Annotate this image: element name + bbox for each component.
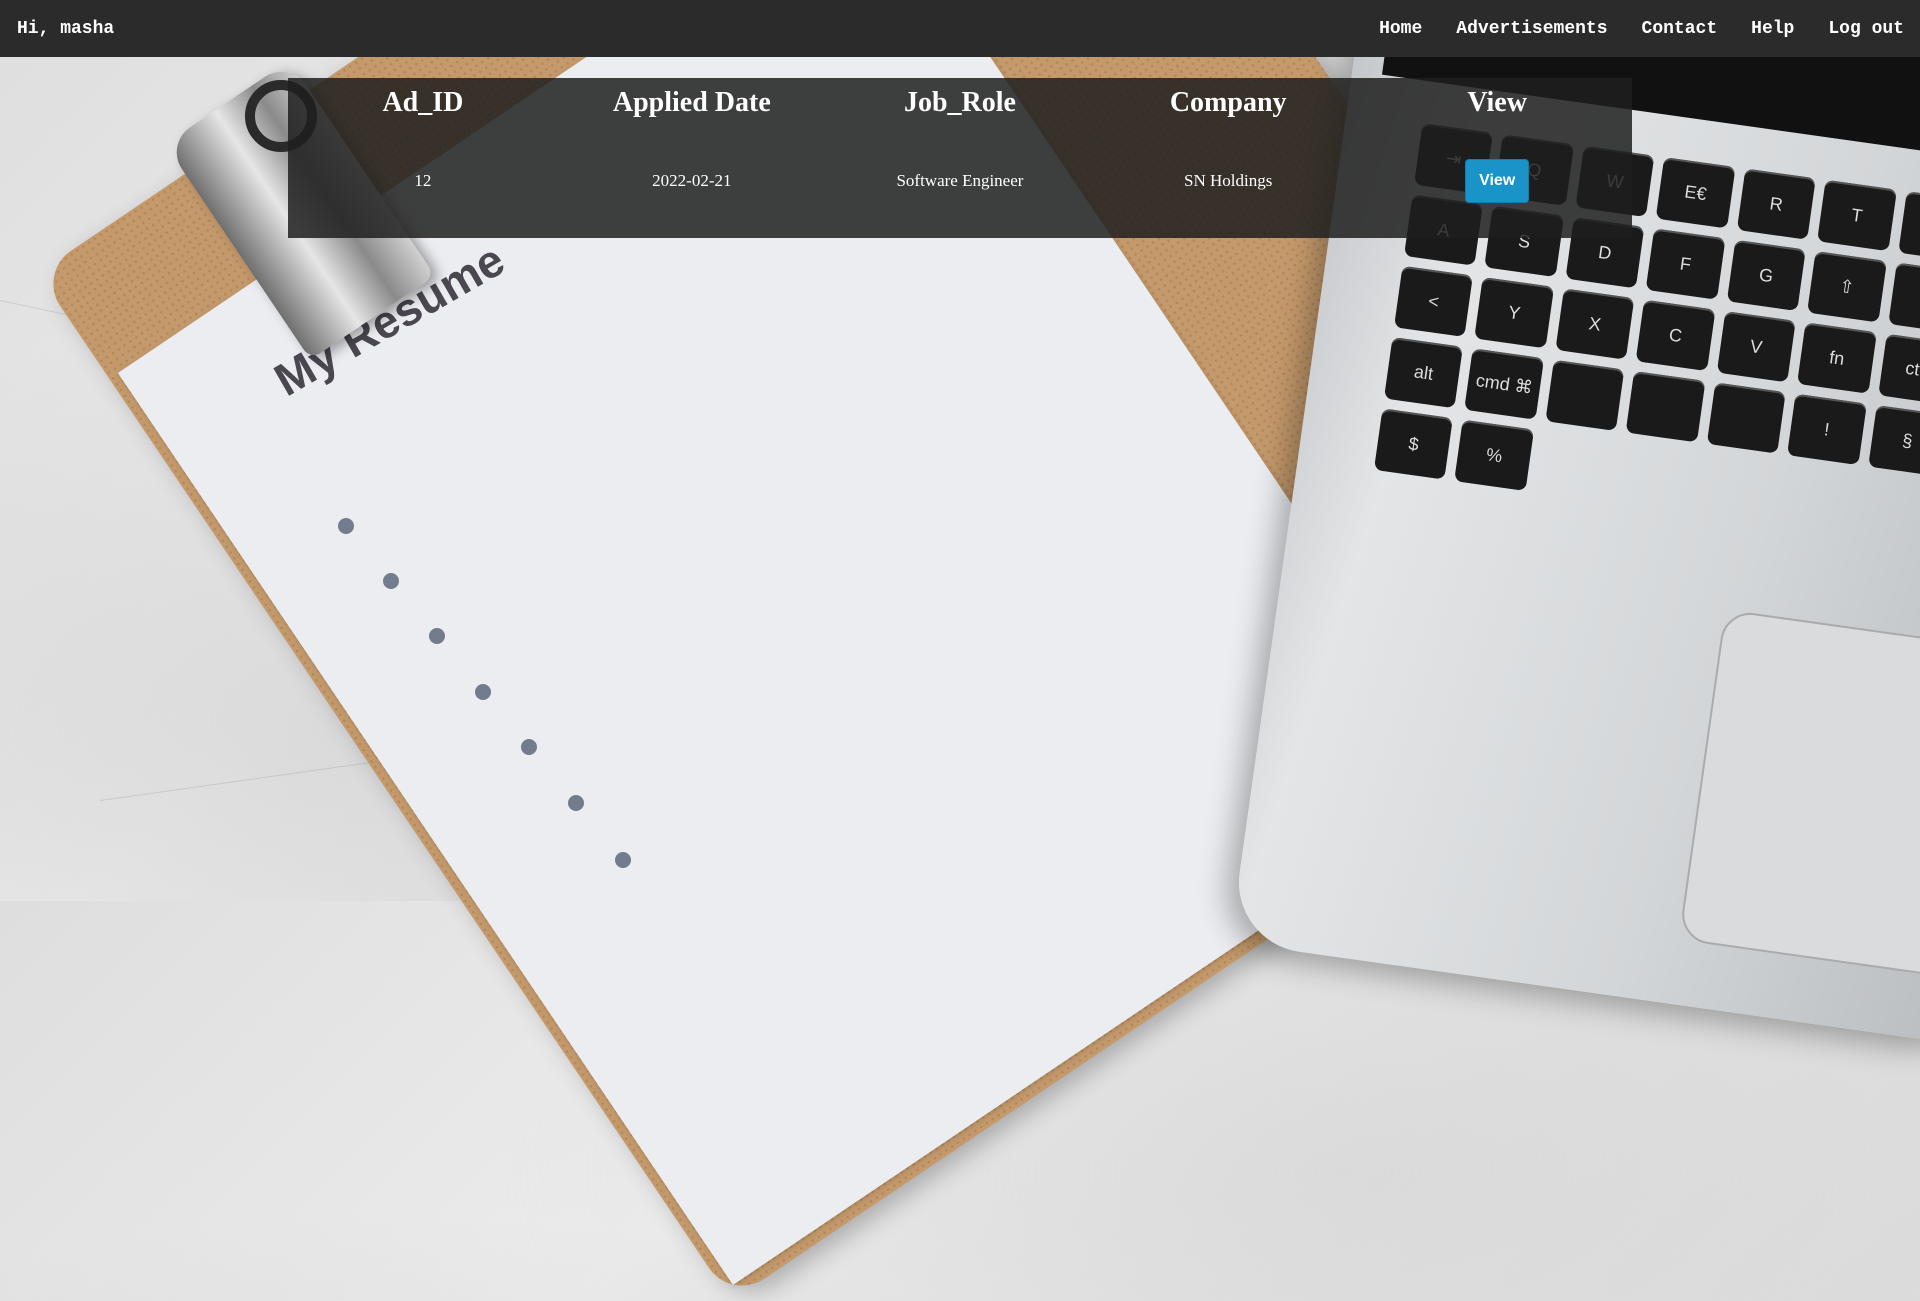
header-ad-id: Ad_ID bbox=[382, 87, 464, 118]
keyboard-key: $ bbox=[1373, 408, 1454, 480]
keyboard-key: Y bbox=[1474, 277, 1554, 349]
cell-ad-id: 12 bbox=[414, 171, 432, 190]
keyboard-key: % bbox=[1454, 419, 1534, 491]
keyboard-key: ⇪ bbox=[1897, 191, 1920, 263]
keyboard-key: ctrl bbox=[1877, 333, 1920, 406]
top-navbar: Hi, masha Home Advertisements Contact He… bbox=[0, 0, 1920, 57]
nav-contact-link[interactable]: Contact bbox=[1642, 19, 1718, 39]
nav-help-link[interactable]: Help bbox=[1751, 19, 1794, 39]
nav-logout-link[interactable]: Log out bbox=[1828, 19, 1904, 39]
resume-bullet bbox=[615, 852, 631, 868]
keyboard-key: ! bbox=[1787, 393, 1867, 466]
keyboard-key: fn bbox=[1797, 322, 1877, 394]
keyboard-key: X bbox=[1555, 288, 1635, 360]
cell-applied-date: 2022-02-21 bbox=[652, 171, 732, 190]
keyboard-key bbox=[1545, 359, 1625, 432]
keyboard-key: V bbox=[1716, 311, 1796, 383]
nav-home-link[interactable]: Home bbox=[1379, 19, 1422, 39]
resume-bullet bbox=[475, 684, 491, 700]
resume-bullet bbox=[383, 573, 399, 589]
table-header-row: Ad_ID Applied Date Job_Role Company View bbox=[288, 78, 1632, 125]
cell-job-role: Software Engineer bbox=[896, 171, 1024, 190]
keyboard-key: < bbox=[1393, 265, 1474, 338]
keyboard-key: T bbox=[1817, 179, 1897, 252]
header-company: Company bbox=[1169, 87, 1287, 118]
resume-bullet bbox=[568, 795, 584, 811]
header-view: View bbox=[1467, 87, 1527, 118]
resume-bullet bbox=[429, 628, 445, 644]
keyboard-key: alt bbox=[1383, 337, 1464, 409]
view-button[interactable]: View bbox=[1465, 159, 1530, 203]
cell-company: SN Holdings bbox=[1184, 171, 1273, 190]
keyboard-key: F bbox=[1645, 228, 1726, 300]
user-greeting: Hi, masha bbox=[17, 18, 115, 39]
nav-links: Home Advertisements Contact Help Log out bbox=[1345, 19, 1904, 39]
keyboard-key: R bbox=[1736, 168, 1816, 240]
resume-bullet bbox=[338, 518, 354, 534]
header-applied-date: Applied Date bbox=[612, 87, 771, 118]
keyboard-key: ⇧ bbox=[1807, 251, 1887, 323]
keyboard-key: E€ bbox=[1655, 157, 1736, 229]
keyboard-key: G bbox=[1726, 239, 1806, 312]
keyboard-key: > bbox=[1887, 262, 1920, 334]
cell-view: View bbox=[1362, 125, 1632, 237]
applications-panel: Ad_ID Applied Date Job_Role Company View… bbox=[288, 78, 1632, 238]
keyboard-key bbox=[1625, 371, 1706, 443]
keyboard-key: cmd ⌘ bbox=[1464, 348, 1544, 420]
table-row: 12 2022-02-21 Software Engineer SN Holdi… bbox=[288, 125, 1632, 237]
keyboard-key: § bbox=[1867, 405, 1920, 477]
applications-table: Ad_ID Applied Date Job_Role Company View… bbox=[288, 78, 1632, 237]
header-job-role: Job_Role bbox=[903, 87, 1016, 118]
resume-bullet bbox=[521, 739, 537, 755]
keyboard-key bbox=[1706, 382, 1786, 454]
nav-advertisements-link[interactable]: Advertisements bbox=[1456, 19, 1607, 39]
keyboard-key: C bbox=[1635, 299, 1716, 372]
